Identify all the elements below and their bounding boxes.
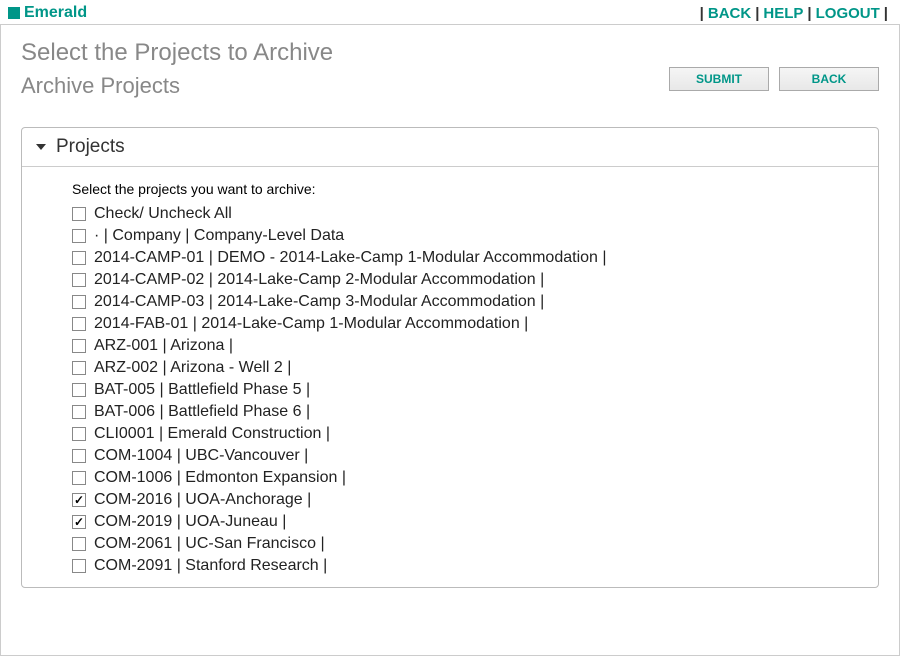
project-checkbox[interactable]: [72, 339, 86, 353]
project-checkbox[interactable]: [72, 229, 86, 243]
project-checkbox[interactable]: [72, 515, 86, 529]
section-header[interactable]: Projects: [22, 128, 878, 167]
nav-back-link[interactable]: BACK: [708, 5, 751, 22]
list-item: COM-2016 | UOA-Anchorage |: [72, 489, 838, 511]
project-list: Check/ Uncheck All · | Company | Company-…: [72, 203, 838, 577]
nav-separator: |: [700, 5, 704, 22]
project-checkbox[interactable]: [72, 559, 86, 573]
project-checkbox[interactable]: [72, 537, 86, 551]
project-label: COM-1004 | UBC-Vancouver |: [94, 447, 308, 465]
page-subtitle: Archive Projects: [21, 73, 333, 99]
project-label: Check/ Uncheck All: [94, 205, 232, 223]
list-item: COM-1006 | Edmonton Expansion |: [72, 467, 838, 489]
list-item: COM-2019 | UOA-Juneau |: [72, 511, 838, 533]
project-checkbox[interactable]: [72, 405, 86, 419]
list-item: BAT-006 | Battlefield Phase 6 |: [72, 401, 838, 423]
project-label: ARZ-001 | Arizona |: [94, 337, 233, 355]
projects-section: Projects Select the projects you want to…: [21, 127, 879, 588]
project-checkbox[interactable]: [72, 383, 86, 397]
section-title: Projects: [56, 136, 125, 158]
submit-button[interactable]: SUBMIT: [669, 67, 769, 91]
project-checkbox[interactable]: [72, 493, 86, 507]
nav-separator: |: [755, 5, 759, 22]
project-label: COM-2019 | UOA-Juneau |: [94, 513, 286, 531]
action-buttons: SUBMIT BACK: [669, 67, 879, 91]
project-checkbox[interactable]: [72, 449, 86, 463]
page-titles: Select the Projects to Archive Archive P…: [21, 39, 333, 99]
nav-separator: |: [884, 5, 888, 22]
content-wrapper: Select the Projects to Archive Archive P…: [0, 25, 900, 656]
list-item: Check/ Uncheck All: [72, 203, 838, 225]
project-label: BAT-006 | Battlefield Phase 6 |: [94, 403, 310, 421]
project-label: COM-2091 | Stanford Research |: [94, 557, 327, 575]
list-item: 2014-CAMP-01 | DEMO - 2014-Lake-Camp 1-M…: [72, 247, 838, 269]
list-item: ARZ-001 | Arizona |: [72, 335, 838, 357]
brand-logo: Emerald: [8, 4, 87, 22]
project-checkbox[interactable]: [72, 361, 86, 375]
project-checkbox[interactable]: [72, 251, 86, 265]
project-label: COM-2016 | UOA-Anchorage |: [94, 491, 311, 509]
project-checkbox[interactable]: [72, 427, 86, 441]
project-label: COM-2061 | UC-San Francisco |: [94, 535, 325, 553]
project-label: · | Company | Company-Level Data: [94, 227, 344, 245]
project-label: 2014-FAB-01 | 2014-Lake-Camp 1-Modular A…: [94, 315, 528, 333]
list-item: BAT-005 | Battlefield Phase 5 |: [72, 379, 838, 401]
list-item: COM-2061 | UC-San Francisco |: [72, 533, 838, 555]
list-item: COM-1004 | UBC-Vancouver |: [72, 445, 838, 467]
brand-name: Emerald: [24, 4, 87, 22]
list-item: 2014-CAMP-02 | 2014-Lake-Camp 2-Modular …: [72, 269, 838, 291]
nav-separator: |: [807, 5, 811, 22]
page-title: Select the Projects to Archive: [21, 39, 333, 67]
back-button[interactable]: BACK: [779, 67, 879, 91]
project-checkbox[interactable]: [72, 471, 86, 485]
list-item: 2014-FAB-01 | 2014-Lake-Camp 1-Modular A…: [72, 313, 838, 335]
project-label: BAT-005 | Battlefield Phase 5 |: [94, 381, 310, 399]
list-item: · | Company | Company-Level Data: [72, 225, 838, 247]
list-item: CLI0001 | Emerald Construction |: [72, 423, 838, 445]
nav-help-link[interactable]: HELP: [763, 5, 803, 22]
section-body: Select the projects you want to archive:…: [22, 167, 878, 587]
list-item: ARZ-002 | Arizona - Well 2 |: [72, 357, 838, 379]
project-label: 2014-CAMP-02 | 2014-Lake-Camp 2-Modular …: [94, 271, 544, 289]
section-instruction: Select the projects you want to archive:: [72, 181, 838, 197]
list-item: COM-2091 | Stanford Research |: [72, 555, 838, 577]
project-label: ARZ-002 | Arizona - Well 2 |: [94, 359, 291, 377]
project-checkbox[interactable]: [72, 273, 86, 287]
nav-links: | BACK | HELP | LOGOUT |: [696, 5, 892, 22]
project-label: 2014-CAMP-01 | DEMO - 2014-Lake-Camp 1-M…: [94, 249, 607, 267]
project-label: COM-1006 | Edmonton Expansion |: [94, 469, 346, 487]
project-checkbox[interactable]: [72, 295, 86, 309]
project-checkbox[interactable]: [72, 317, 86, 331]
chevron-down-icon: [36, 144, 46, 150]
project-label: CLI0001 | Emerald Construction |: [94, 425, 330, 443]
app-header: Emerald | BACK | HELP | LOGOUT |: [0, 0, 900, 25]
project-checkbox[interactable]: [72, 207, 86, 221]
nav-logout-link[interactable]: LOGOUT: [816, 5, 880, 22]
project-label: 2014-CAMP-03 | 2014-Lake-Camp 3-Modular …: [94, 293, 544, 311]
logo-square-icon: [8, 7, 20, 19]
page-header: Select the Projects to Archive Archive P…: [1, 25, 899, 107]
list-item: 2014-CAMP-03 | 2014-Lake-Camp 3-Modular …: [72, 291, 838, 313]
